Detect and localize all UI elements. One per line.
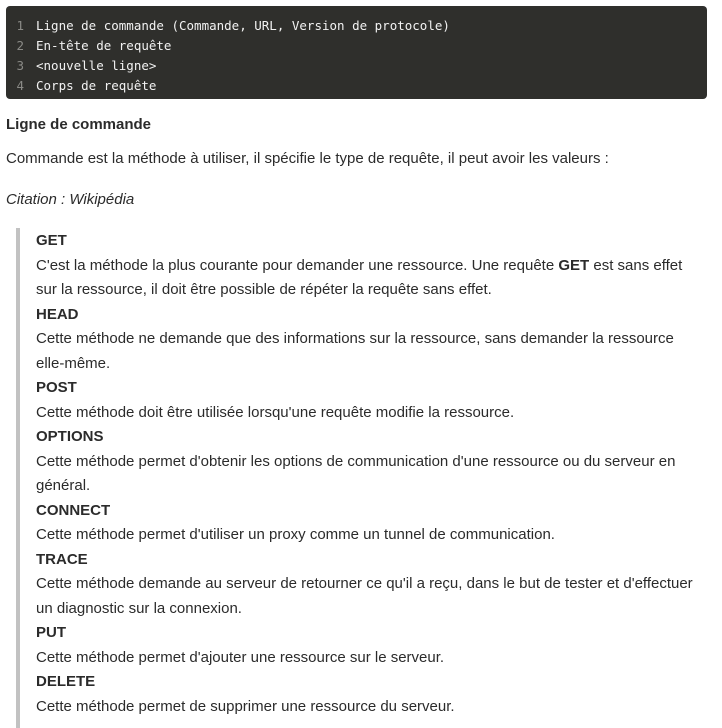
code-line: 1 Ligne de commande (Commande, URL, Versi… (6, 16, 707, 36)
code-line: 3 <nouvelle ligne> (6, 56, 707, 76)
method-name-post: POST (36, 379, 77, 396)
desc-emphasis: GET (558, 256, 590, 274)
code-text: En-tête de requête (36, 38, 172, 53)
code-text: Ligne de commande (Commande, URL, Versio… (36, 18, 450, 33)
code-block: 1 Ligne de commande (Commande, URL, Versi… (6, 6, 707, 99)
method-desc-get: C'est la méthode la plus courante pour d… (36, 254, 700, 303)
code-text: Corps de requête (36, 78, 157, 93)
citation-label: Citation : Wikipédia (6, 191, 135, 208)
method-name-connect: CONNECT (36, 501, 111, 519)
blockquote: GET C'est la méthode la plus courante po… (16, 228, 706, 728)
method-desc-put: Cette méthode permet d'ajouter une resso… (36, 648, 445, 666)
method-name-get: GET (36, 232, 67, 249)
method-desc-delete: Cette méthode permet de supprimer une re… (36, 697, 455, 715)
desc-text: C'est la méthode la plus courante pour d… (36, 256, 559, 274)
method-desc-trace: Cette méthode demande au serveur de reto… (36, 575, 693, 617)
code-line: 2 En-tête de requête (6, 36, 707, 56)
code-text: <nouvelle ligne> (36, 58, 157, 73)
method-name-trace: TRACE (36, 550, 88, 568)
method-name-delete: DELETE (36, 673, 96, 690)
code-line: 4 Corps de requête (6, 76, 707, 96)
method-desc-head: Cette méthode ne demande que des informa… (36, 330, 674, 372)
method-desc-post: Cette méthode doit être utilisée lorsqu'… (36, 403, 515, 421)
line-number: 3 (16, 58, 24, 73)
line-number: 1 (16, 18, 24, 33)
line-number: 2 (16, 38, 24, 53)
method-list: GET C'est la méthode la plus courante po… (36, 228, 700, 719)
intro-paragraph: Commande est la méthode à utiliser, il s… (6, 150, 609, 167)
method-desc-options: Cette méthode permet d'obtenir les optio… (36, 452, 676, 495)
method-name-options: OPTIONS (36, 428, 104, 445)
method-desc-connect: Cette méthode permet d'utiliser un proxy… (36, 526, 555, 543)
method-name-head: HEAD (36, 305, 79, 323)
line-number: 4 (16, 78, 24, 93)
section-heading: Ligne de commande (6, 116, 152, 133)
method-name-put: PUT (36, 624, 66, 641)
